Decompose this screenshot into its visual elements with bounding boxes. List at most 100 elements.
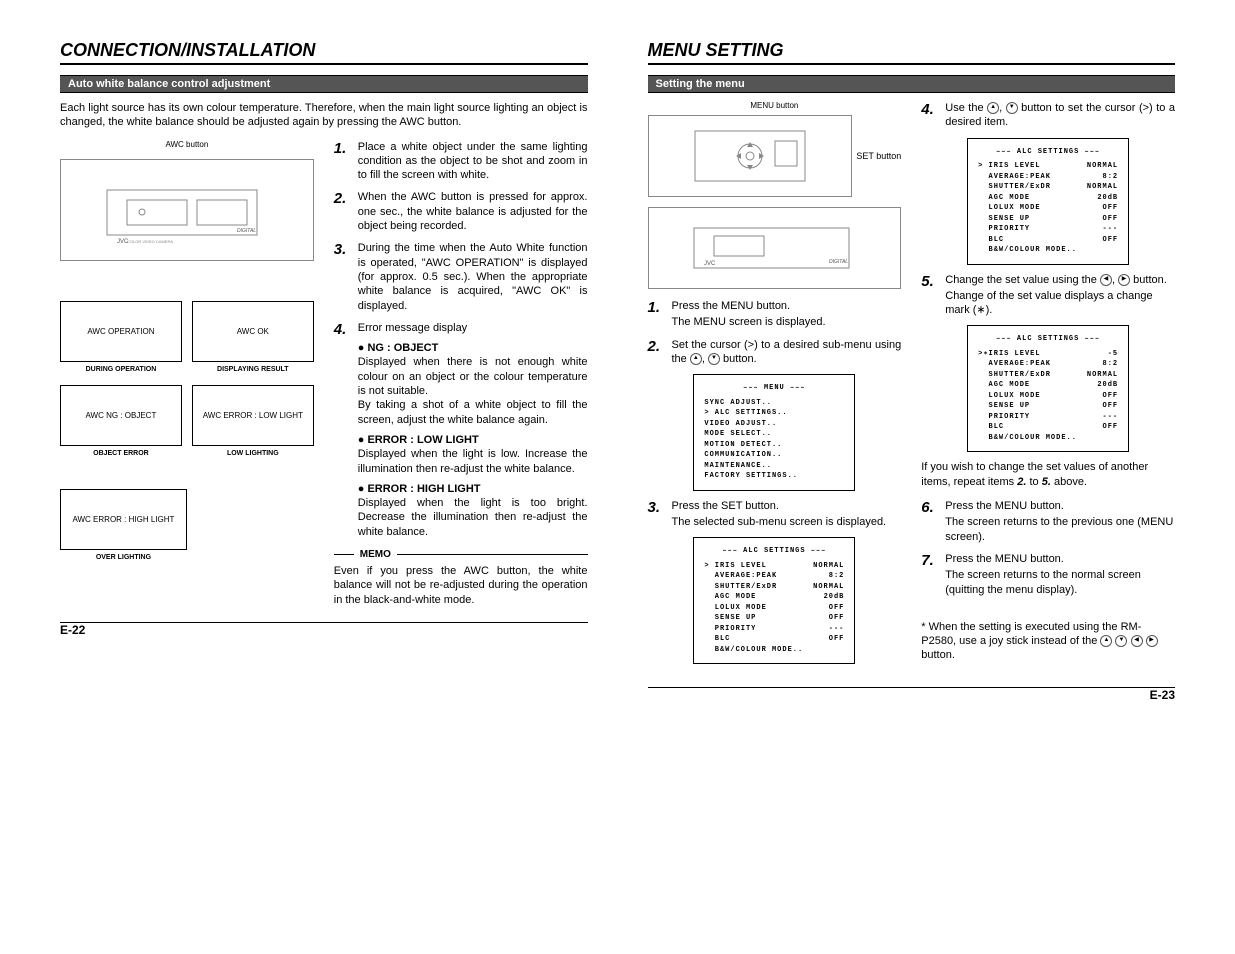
right-columns: MENU button xyxy=(648,101,1176,672)
step-3: 3. During the time when the Auto White f… xyxy=(334,241,588,312)
rstep-3a: Press the SET button. xyxy=(672,500,779,512)
menu-row: BLCOFF xyxy=(978,422,1118,433)
rstep-6-text: Press the MENU button. The screen return… xyxy=(945,499,1175,544)
bullet-high-text: Displayed when the light is too bright. … xyxy=(358,496,588,539)
menu-item: SYNC ADJUST.. xyxy=(704,398,844,409)
step-num-3: 3. xyxy=(334,241,352,258)
subheading-setting: Setting the menu xyxy=(648,75,1176,93)
rstep-3-text: Press the SET button. The selected sub-m… xyxy=(672,499,902,530)
menu-row: >∗IRIS LEVEL-5 xyxy=(978,349,1118,360)
menu-alc-title-3: ––– ALC SETTINGS ––– xyxy=(978,334,1118,345)
menu-item: MOTION DETECT.. xyxy=(704,440,844,451)
bullet-ng: ● NG : OBJECT Displayed when there is no… xyxy=(358,341,588,427)
cap-obj-error: OBJECT ERROR xyxy=(60,450,182,457)
svg-text:COLOR VIDEO CAMERA: COLOR VIDEO CAMERA xyxy=(127,239,173,244)
repeat-note: If you wish to change the set values of … xyxy=(921,460,1175,489)
left-columns: AWC button JVC COLOR VIDEO CAMERA DIGITA… xyxy=(60,140,588,607)
menu-row: SHUTTER/ExDRNORMAL xyxy=(978,370,1118,381)
menu-row: LOLUX MODEOFF xyxy=(704,603,844,614)
note-b: to xyxy=(1026,476,1041,488)
menu-item: > ALC SETTINGS.. xyxy=(704,408,844,419)
bullet-low-title: ERROR : LOW LIGHT xyxy=(367,434,478,446)
menu-row: BLCOFF xyxy=(978,235,1118,246)
rstep-6: 6. Press the MENU button. The screen ret… xyxy=(921,499,1175,544)
menu-row: SENSE UPOFF xyxy=(704,613,844,624)
svg-text:DIGITAL: DIGITAL xyxy=(829,259,848,265)
left-icon-2: ◀ xyxy=(1131,635,1143,647)
step-num-4: 4. xyxy=(334,321,352,338)
page-number-left: E-22 xyxy=(60,622,588,637)
rstep-4a: Use the xyxy=(945,102,987,114)
rstep-num-4: 4. xyxy=(921,101,939,118)
rstep-5-text: Change the set value using the ◀, ▶ butt… xyxy=(945,273,1175,318)
svg-text:DIGITAL: DIGITAL xyxy=(237,228,256,234)
menu-row: AGC MODE20dB xyxy=(978,380,1118,391)
menu-main-title: ––– MENU ––– xyxy=(704,383,844,394)
menu-row: SHUTTER/ExDRNORMAL xyxy=(704,582,844,593)
page-number-right: E-23 xyxy=(648,687,1176,702)
rstep-1: 1. Press the MENU button. The MENU scree… xyxy=(648,299,902,330)
down-icon-2: ▼ xyxy=(1006,102,1018,114)
menu-row: SENSE UPOFF xyxy=(978,214,1118,225)
step-4-lead: Error message display xyxy=(358,322,467,334)
menu-row: B&W/COLOUR MODE.. xyxy=(978,245,1118,256)
menu-row: > IRIS LEVELNORMAL xyxy=(978,161,1118,172)
menu-alc-box-1: ––– ALC SETTINGS ––– > IRIS LEVELNORMAL … xyxy=(693,537,855,664)
left-col-steps: 1. Place a white object under the same l… xyxy=(334,140,588,607)
rstep-num-5: 5. xyxy=(921,273,939,290)
rstep-1a: Press the MENU button. xyxy=(672,300,791,312)
menu-item: COMMUNICATION.. xyxy=(704,450,844,461)
page-spread: CONNECTION/INSTALLATION Auto white balan… xyxy=(60,40,1175,702)
note-c: above. xyxy=(1051,476,1087,488)
rstep-4: 4. Use the ▲, ▼ button to set the cursor… xyxy=(921,101,1175,130)
down-icon: ▼ xyxy=(708,353,720,365)
rstep-5: 5. Change the set value using the ◀, ▶ b… xyxy=(921,273,1175,318)
bullet-low-text: Displayed when the light is low. Increas… xyxy=(358,447,588,476)
status-labels-2: OBJECT ERROR LOW LIGHTING xyxy=(60,450,314,457)
rstep-num-1: 1. xyxy=(648,299,666,316)
menu-alc-title-2: ––– ALC SETTINGS ––– xyxy=(978,147,1118,158)
left-icon: ◀ xyxy=(1100,274,1112,286)
box-low-light: AWC ERROR : LOW LIGHT xyxy=(192,385,314,446)
left-col-diagrams: AWC button JVC COLOR VIDEO CAMERA DIGITA… xyxy=(60,140,314,607)
awc-button-caption: AWC button xyxy=(60,140,314,149)
rstep-6a: Press the MENU button. xyxy=(945,500,1064,512)
bullet-ng-text: Displayed when there is not enough white… xyxy=(358,355,588,398)
right-col-1: MENU button xyxy=(648,101,902,672)
box-awc-ok: AWC OK xyxy=(192,301,314,362)
menu-row: LOLUX MODEOFF xyxy=(978,203,1118,214)
bullet-ng-title: NG : OBJECT xyxy=(367,342,438,354)
intro-paragraph: Each light source has its own colour tem… xyxy=(60,101,588,130)
control-panel-diagram xyxy=(648,115,853,197)
step-3-text: During the time when the Auto White func… xyxy=(358,241,588,312)
camera-body-diagram: JVC DIGITAL xyxy=(648,207,902,289)
step-1-text: Place a white object under the same ligh… xyxy=(358,140,588,183)
status-labels-1: DURING OPERATION DISPLAYING RESULT xyxy=(60,366,314,373)
set-button-caption: SET button xyxy=(856,151,901,161)
box-high-light: AWC ERROR : HIGH LIGHT xyxy=(60,489,187,550)
bullet-low: ● ERROR : LOW LIGHT Displayed when the l… xyxy=(358,433,588,476)
bullet-high: ● ERROR : HIGH LIGHT Displayed when the … xyxy=(358,482,588,539)
box-ng-object: AWC NG : OBJECT xyxy=(60,385,182,446)
rstep-1b: The MENU screen is displayed. xyxy=(672,315,902,329)
rstep-5c: Change of the set value displays a chang… xyxy=(945,289,1175,318)
menu-row: AVERAGE:PEAK8:2 xyxy=(978,172,1118,183)
right-icon-2: ▶ xyxy=(1146,635,1158,647)
heading-connection: CONNECTION/INSTALLATION xyxy=(60,40,588,65)
status-row-2: AWC NG : OBJECT AWC ERROR : LOW LIGHT xyxy=(60,385,314,446)
page-right: MENU SETTING Setting the menu MENU butto… xyxy=(648,40,1176,702)
subheading-awc: Auto white balance control adjustment xyxy=(60,75,588,93)
rstep-5b: button. xyxy=(1130,274,1167,286)
page-left: CONNECTION/INSTALLATION Auto white balan… xyxy=(60,40,588,702)
menu-row: SHUTTER/ExDRNORMAL xyxy=(978,182,1118,193)
status-row-1: AWC OPERATION AWC OK xyxy=(60,301,314,362)
memo-label: MEMO xyxy=(360,549,391,560)
up-icon: ▲ xyxy=(690,353,702,365)
step-1: 1. Place a white object under the same l… xyxy=(334,140,588,183)
camera-diagram: JVC COLOR VIDEO CAMERA DIGITAL xyxy=(60,159,314,261)
right-col-2: 4. Use the ▲, ▼ button to set the cursor… xyxy=(921,101,1175,672)
menu-row: B&W/COLOUR MODE.. xyxy=(978,433,1118,444)
menu-button-caption: MENU button xyxy=(648,101,902,110)
heading-menu: MENU SETTING xyxy=(648,40,1176,65)
note-i5: 5. xyxy=(1042,476,1051,488)
